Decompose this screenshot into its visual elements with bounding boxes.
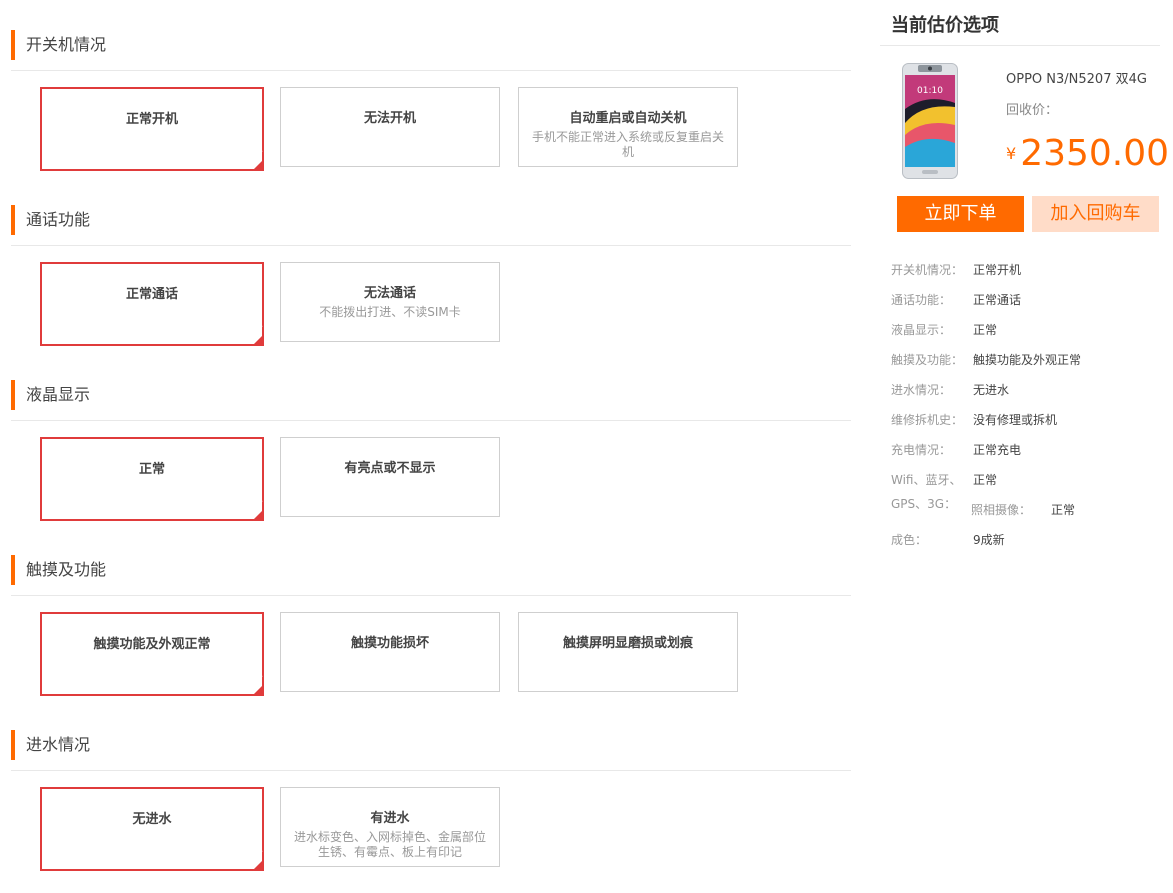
selected-check-icon: ✓ [252, 850, 264, 871]
section-header: 开关机情况 [11, 29, 851, 71]
order-now-button[interactable]: 立即下单 [897, 196, 1024, 232]
option-label: 无法通话 [363, 286, 416, 301]
option-description: 进水标变色、入网标掉色、金属部位生锈、有霉点、板上有印记 [293, 830, 486, 859]
summary-value: 无进水 [973, 383, 1010, 397]
currency-symbol: ¥ [1006, 144, 1017, 163]
section-title: 开关机情况 [26, 35, 107, 54]
summary-row: 液晶显示： 正常 [891, 323, 997, 337]
selected-check-icon: ✓ [252, 500, 264, 521]
summary-value: 正常 [1051, 503, 1076, 517]
summary-key: 成色： [891, 533, 928, 547]
price-label: 回收价： [1006, 103, 1059, 118]
section-title: 通话功能 [26, 210, 91, 229]
section-display: 液晶显示 正常 ✓ 有亮点或不显示 [11, 350, 851, 525]
summary-value: 触摸功能及外观正常 [973, 353, 1082, 367]
option-label: 有亮点或不显示 [344, 461, 436, 476]
option-display-normal[interactable]: 正常 ✓ [40, 437, 264, 521]
summary-key: 通话功能： [891, 293, 952, 307]
phone-image: 01:10 [902, 63, 958, 179]
section-title: 触摸及功能 [26, 560, 107, 579]
summary-value: 正常 [973, 473, 998, 487]
summary-key-wifi-line2: GPS、3G： [891, 497, 956, 511]
option-normal-call[interactable]: 正常通话 ✓ [40, 262, 264, 346]
summary-key: 开关机情况： [891, 263, 964, 277]
summary-value: 正常充电 [973, 443, 1022, 457]
summary-key: 充电情况： [891, 443, 952, 457]
summary-value: 9成新 [973, 533, 1005, 547]
option-normal-boot[interactable]: 正常开机 ✓ [40, 87, 264, 171]
section-accent-bar [11, 730, 15, 760]
option-label: 无进水 [132, 812, 172, 827]
option-label: 触摸功能损坏 [350, 636, 429, 651]
section-header: 通话功能 [11, 204, 851, 246]
option-water-damage[interactable]: 有进水 进水标变色、入网标掉色、金属部位生锈、有霉点、板上有印记 [280, 787, 500, 867]
section-accent-bar [11, 30, 15, 60]
summary-value: 没有修理或拆机 [973, 413, 1058, 427]
panel-title: 当前估价选项 [891, 15, 999, 36]
option-label: 无法开机 [363, 111, 416, 126]
summary-value: 正常开机 [973, 263, 1022, 277]
option-description: 手机不能正常进入系统或反复重启关机 [531, 130, 724, 159]
section-title: 液晶显示 [26, 385, 91, 404]
option-touch-broken[interactable]: 触摸功能损坏 [280, 612, 500, 692]
section-power: 开关机情况 正常开机 ✓ 无法开机 自动重启或自动关机 手机不能正常进入系统或反… [11, 0, 851, 175]
section-title: 进水情况 [26, 735, 91, 754]
summary-key: 液晶显示： [891, 323, 952, 337]
summary-value: 正常通话 [973, 293, 1022, 307]
summary-row: 通话功能： 正常通话 [891, 293, 1021, 307]
price: ¥2350.00 [1006, 134, 1169, 174]
option-label: 触摸功能及外观正常 [93, 637, 211, 652]
section-accent-bar [11, 380, 15, 410]
selected-check-icon: ✓ [252, 325, 264, 346]
summary-row: 开关机情况： 正常开机 [891, 263, 1021, 277]
summary-row: 维修拆机史： 没有修理或拆机 [891, 413, 1057, 427]
phone-screen-time: 01:10 [917, 86, 943, 96]
summary-key: GPS、3G： [891, 497, 957, 511]
section-accent-bar [11, 555, 15, 585]
section-header: 触摸及功能 [11, 554, 851, 596]
model-name: OPPO N3/N5207 双4G [1006, 72, 1147, 87]
section-header: 进水情况 [11, 729, 851, 771]
selected-check-icon: ✓ [252, 150, 264, 171]
option-touch-scratched[interactable]: 触摸屏明显磨损或划痕 [518, 612, 738, 692]
summary-row: 进水情况： 无进水 [891, 383, 1009, 397]
option-label: 自动重启或自动关机 [569, 111, 687, 126]
summary-row-wifi: Wifi、蓝牙、 正常 [891, 473, 997, 487]
section-water: 进水情况 无进水 ✓ 有进水 进水标变色、入网标掉色、金属部位生锈、有霉点、板上… [11, 700, 851, 875]
option-cannot-boot[interactable]: 无法开机 [280, 87, 500, 167]
summary-row-camera: 照相摄像： 正常 [971, 503, 1075, 517]
option-description: 不能拨出打进、不读SIM卡 [319, 305, 461, 319]
summary-key: 维修拆机史： [891, 413, 964, 427]
summary-row: 充电情况： 正常充电 [891, 443, 1021, 457]
summary-key: 照相摄像： [971, 503, 1032, 517]
summary-row-condition: 成色： 9成新 [891, 533, 1005, 547]
option-label: 触摸屏明显磨损或划痕 [562, 636, 693, 651]
section-header: 液晶显示 [11, 379, 851, 421]
summary-row: 触摸及功能： 触摸功能及外观正常 [891, 353, 1081, 367]
options-area: 开关机情况 正常开机 ✓ 无法开机 自动重启或自动关机 手机不能正常进入系统或反… [11, 0, 851, 875]
summary-value: 正常 [973, 323, 998, 337]
add-to-cart-button[interactable]: 加入回购车 [1032, 196, 1159, 232]
option-auto-restart[interactable]: 自动重启或自动关机 手机不能正常进入系统或反复重启关机 [518, 87, 738, 167]
option-label: 正常通话 [125, 287, 178, 302]
section-touch: 触摸及功能 触摸功能及外观正常 ✓ 触摸功能损坏 触摸屏明显磨损或划痕 [11, 525, 851, 700]
option-no-water[interactable]: 无进水 ✓ [40, 787, 264, 871]
summary-key: Wifi、蓝牙、 [891, 473, 962, 487]
option-label: 正常开机 [125, 112, 178, 127]
section-accent-bar [11, 205, 15, 235]
option-label: 正常 [138, 462, 165, 477]
option-label: 有进水 [370, 811, 410, 826]
option-cannot-call[interactable]: 无法通话 不能拨出打进、不读SIM卡 [280, 262, 500, 342]
summary-key: 进水情况： [891, 383, 952, 397]
price-value: 2350.00 [1020, 133, 1170, 174]
divider [880, 45, 1160, 46]
option-touch-normal[interactable]: 触摸功能及外观正常 ✓ [40, 612, 264, 696]
summary-key: 触摸及功能： [891, 353, 964, 367]
option-display-bad[interactable]: 有亮点或不显示 [280, 437, 500, 517]
selected-check-icon: ✓ [252, 675, 264, 696]
section-call: 通话功能 正常通话 ✓ 无法通话 不能拨出打进、不读SIM卡 [11, 175, 851, 350]
